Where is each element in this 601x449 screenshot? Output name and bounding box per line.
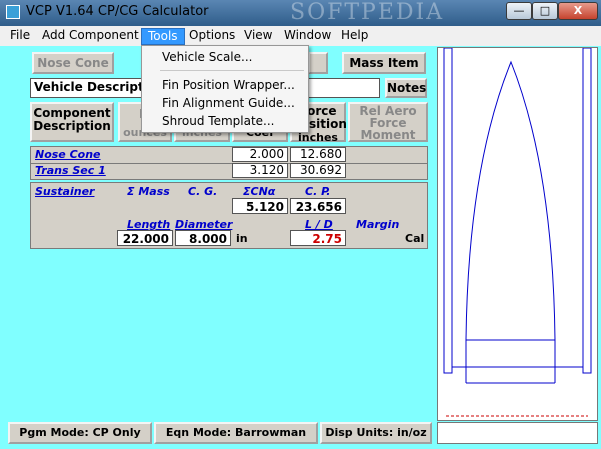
component-description-header[interactable]: Component Description xyxy=(30,102,114,142)
menu-options[interactable]: Options xyxy=(183,28,241,45)
trans-sec-1-coef: 3.120 xyxy=(232,163,288,178)
cg-label: C. G. xyxy=(188,185,218,198)
menu-separator xyxy=(160,70,304,71)
disp-units-status[interactable]: Disp Units: in/oz xyxy=(320,422,432,444)
title-bar: VCP V1.64 CP/CG Calculator SOFTPEDIA — □… xyxy=(0,0,601,26)
minimize-button[interactable]: — xyxy=(506,2,532,20)
cp-label: C. P. xyxy=(305,185,331,198)
menu-window[interactable]: Window xyxy=(278,28,337,45)
maximize-button[interactable]: □ xyxy=(532,2,558,20)
diameter-input[interactable]: 8.000 xyxy=(175,230,231,246)
menu-tools[interactable]: Tools xyxy=(141,28,185,45)
sum-mass-label: Σ Mass xyxy=(127,185,170,198)
rocket-right-rail xyxy=(582,47,592,374)
menu-help[interactable]: Help xyxy=(335,28,374,45)
menu-item-vehicle-scale[interactable]: Vehicle Scale... xyxy=(162,49,252,66)
hidden-toolbar-button[interactable] xyxy=(308,52,328,74)
length-unit: in xyxy=(236,232,248,245)
cp-value: 23.656 xyxy=(290,198,346,214)
drawing-status-field xyxy=(437,422,598,444)
menu-view[interactable]: View xyxy=(238,28,278,45)
nose-cone-coef: 2.000 xyxy=(232,147,288,162)
rocket-outline-svg xyxy=(443,47,592,417)
notes-button[interactable]: Notes xyxy=(385,78,427,98)
component-link-nose-cone[interactable]: Nose Cone xyxy=(35,148,101,161)
eqn-mode-status[interactable]: Eqn Mode: Barrowman xyxy=(154,422,318,444)
nose-cone-outline xyxy=(465,60,556,341)
tools-dropdown-menu: Vehicle Scale... Fin Position Wrapper...… xyxy=(141,45,309,133)
menu-item-shroud-template[interactable]: Shroud Template... xyxy=(162,113,274,130)
sum-cn-value: 5.120 xyxy=(232,198,288,214)
close-button[interactable]: X xyxy=(558,2,598,20)
watermark: SOFTPEDIA xyxy=(290,0,445,25)
component-link-trans-sec-1[interactable]: Trans Sec 1 xyxy=(35,164,106,177)
app-icon xyxy=(6,5,20,19)
menu-bar: File Add Component Tools Options View Wi… xyxy=(0,26,601,46)
ld-value: 2.75 xyxy=(290,230,346,246)
menu-item-fin-position-wrapper[interactable]: Fin Position Wrapper... xyxy=(162,77,295,94)
mass-item-button[interactable]: Mass Item xyxy=(342,52,426,74)
menu-item-fin-alignment-guide[interactable]: Fin Alignment Guide... xyxy=(162,95,295,112)
margin-label: Margin xyxy=(356,218,400,231)
menu-add-component[interactable]: Add Component xyxy=(36,28,145,45)
margin-unit: Cal xyxy=(405,232,425,245)
sum-cn-label: ΣCNα xyxy=(243,185,276,198)
nose-cone-position: 12.680 xyxy=(290,147,346,162)
window-title: VCP V1.64 CP/CG Calculator xyxy=(26,4,209,19)
trans-sec-1-position: 30.692 xyxy=(290,163,346,178)
sustainer-link[interactable]: Sustainer xyxy=(35,185,94,198)
nose-cone-button[interactable]: Nose Cone xyxy=(32,52,114,74)
length-input[interactable]: 22.000 xyxy=(117,230,173,246)
menu-file[interactable]: File xyxy=(4,28,36,45)
pgm-mode-status[interactable]: Pgm Mode: CP Only xyxy=(8,422,152,444)
rocket-drawing-panel xyxy=(437,47,598,421)
rel-aero-force-moment-header[interactable]: Rel Aero Force Moment xyxy=(348,102,428,142)
rocket-left-rail xyxy=(443,47,453,374)
